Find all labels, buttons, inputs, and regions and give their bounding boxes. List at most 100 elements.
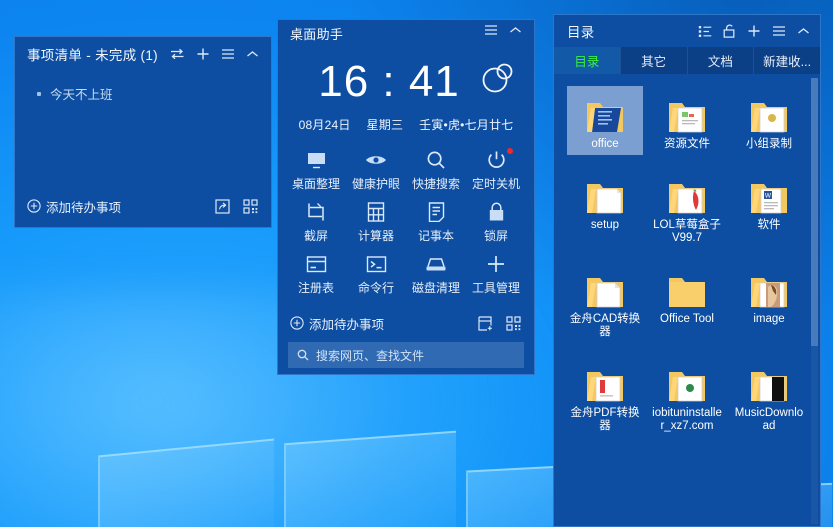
tool-desktop-organize[interactable]: 桌面整理	[286, 149, 346, 192]
tool-label: 命令行	[357, 281, 394, 295]
tool-lock-screen[interactable]: 锁屏	[466, 201, 526, 244]
tool-command-line[interactable]: 命令行	[346, 253, 406, 296]
assistant-header: 桌面助手	[278, 20, 534, 50]
tool-notepad[interactable]: 记事本	[406, 201, 466, 244]
file-label: MusicDownload	[734, 406, 804, 433]
directory-scrollbar[interactable]	[811, 78, 818, 524]
status-badge	[507, 148, 513, 154]
list-item[interactable]: MusicDownload	[731, 355, 807, 437]
chevron-up-icon[interactable]	[246, 50, 259, 59]
qrcode-icon[interactable]	[243, 198, 258, 214]
list-item[interactable]: Office Tool	[649, 261, 725, 343]
tool-label: 记事本	[417, 229, 454, 243]
tab-documents[interactable]: 文档	[688, 47, 755, 74]
tool-disk-cleanup[interactable]: 磁盘清理	[406, 253, 466, 296]
folder-plain-icon	[665, 265, 709, 311]
todo-items-list: 今天不上班	[15, 71, 271, 189]
plus-circle-icon	[290, 316, 304, 330]
add-todo-label: 添加待办事项	[46, 200, 122, 215]
tool-label: 工具管理	[471, 281, 520, 295]
tab-new-collection[interactable]: 新建收...	[754, 47, 820, 74]
assistant-add-row[interactable]: 添加待办事项	[278, 308, 534, 338]
plus-icon[interactable]	[747, 24, 761, 38]
list-item[interactable]: 金舟PDF转换器	[567, 355, 643, 437]
directory-header: 目录	[554, 15, 820, 47]
file-label: office	[591, 138, 619, 150]
tool-label: 截屏	[303, 229, 328, 243]
qrcode-icon[interactable]	[506, 315, 521, 331]
tool-label: 磁盘清理	[411, 281, 460, 295]
tool-manager[interactable]: 工具管理	[466, 253, 526, 296]
folder-green-icon	[665, 359, 709, 405]
folder-lol-icon	[665, 171, 709, 217]
list-item[interactable]: setup	[567, 167, 643, 249]
menu-icon[interactable]	[221, 48, 235, 60]
search-icon	[297, 349, 309, 361]
eye-icon	[364, 149, 388, 171]
cloud-icon[interactable]	[478, 60, 518, 96]
list-item[interactable]: 小组录制	[731, 86, 807, 155]
list-item[interactable]: 资源文件	[649, 86, 725, 155]
power-icon	[487, 149, 506, 171]
tool-label: 健康护眼	[351, 177, 400, 191]
disk-icon	[425, 253, 447, 275]
list-item[interactable]: office	[567, 86, 643, 155]
folder-cad-icon	[583, 265, 627, 311]
folder-record-icon	[747, 90, 791, 136]
share-icon[interactable]	[215, 198, 230, 214]
tool-label: 计算器	[357, 229, 394, 243]
svg-text:W: W	[765, 192, 772, 199]
tool-quick-search[interactable]: 快捷搜索	[406, 149, 466, 192]
tool-eye-care[interactable]: 健康护眼	[346, 149, 406, 192]
folder-word-icon: W	[747, 171, 791, 217]
list-view-icon[interactable]	[698, 25, 712, 38]
file-label: LOL草莓盒子V99.7	[653, 218, 721, 245]
menu-icon[interactable]	[772, 25, 786, 37]
weekday-label: 星期三	[366, 118, 404, 132]
list-item[interactable]: 金舟CAD转换器	[567, 261, 643, 343]
list-item[interactable]: image	[731, 261, 807, 343]
folder-image-icon	[747, 265, 791, 311]
desktop-assistant-panel: 桌面助手 16 : 41 08月24日 星期三 壬寅•虎•七月廿七 桌面整理 健…	[277, 19, 535, 375]
tool-label: 桌面整理	[291, 177, 340, 191]
tool-registry[interactable]: 注册表	[286, 253, 346, 296]
add-todo-button[interactable]: 添加待办事项	[27, 197, 121, 216]
folder-pdf-icon	[583, 359, 627, 405]
tool-calculator[interactable]: 计算器	[346, 201, 406, 244]
file-label: image	[753, 312, 785, 325]
todo-add-row[interactable]: 添加待办事项	[15, 189, 271, 223]
registry-icon	[306, 253, 327, 275]
list-item[interactable]: W 软件	[731, 167, 807, 249]
directory-panel: 目录 目录 其它 文档 新建收... office 资源文件 小组录制 setu…	[553, 14, 821, 527]
chevron-up-icon[interactable]	[509, 26, 522, 35]
tab-directory[interactable]: 目录	[554, 47, 621, 74]
folder-dark-icon	[747, 359, 791, 405]
bullet-icon	[37, 91, 41, 96]
notepad-icon	[428, 201, 445, 223]
list-item[interactable]: iobituninstaller_xz7.com	[649, 355, 725, 437]
lock-open-icon[interactable]	[723, 24, 736, 38]
search-placeholder: 搜索网页、查找文件	[316, 348, 425, 363]
plus-icon[interactable]	[196, 47, 210, 61]
list-item[interactable]: 今天不上班	[15, 81, 271, 106]
list-item[interactable]: LOL草莓盒子V99.7	[649, 167, 725, 249]
search-input[interactable]: 搜索网页、查找文件	[288, 342, 524, 368]
sort-icon[interactable]	[170, 48, 185, 60]
tool-label: 定时关机	[471, 177, 520, 191]
tool-screenshot[interactable]: 截屏	[286, 201, 346, 244]
lunar-label: 壬寅•虎•七月廿七	[419, 118, 514, 132]
scrollbar-thumb[interactable]	[811, 78, 818, 346]
date-label: 08月24日	[298, 118, 351, 132]
add-todo-button[interactable]: 添加待办事项	[290, 314, 384, 333]
tool-label: 锁屏	[483, 229, 508, 243]
menu-icon[interactable]	[484, 24, 498, 36]
calculator-icon	[367, 201, 385, 223]
new-note-icon[interactable]	[478, 315, 493, 331]
tool-scheduled-shutdown[interactable]: 定时关机	[466, 148, 526, 192]
chevron-up-icon[interactable]	[797, 27, 810, 36]
lock-icon	[488, 201, 505, 223]
file-label: iobituninstaller_xz7.com	[652, 406, 722, 433]
tab-other[interactable]: 其它	[621, 47, 688, 74]
plus-icon	[486, 253, 506, 275]
directory-title: 目录	[567, 25, 595, 40]
